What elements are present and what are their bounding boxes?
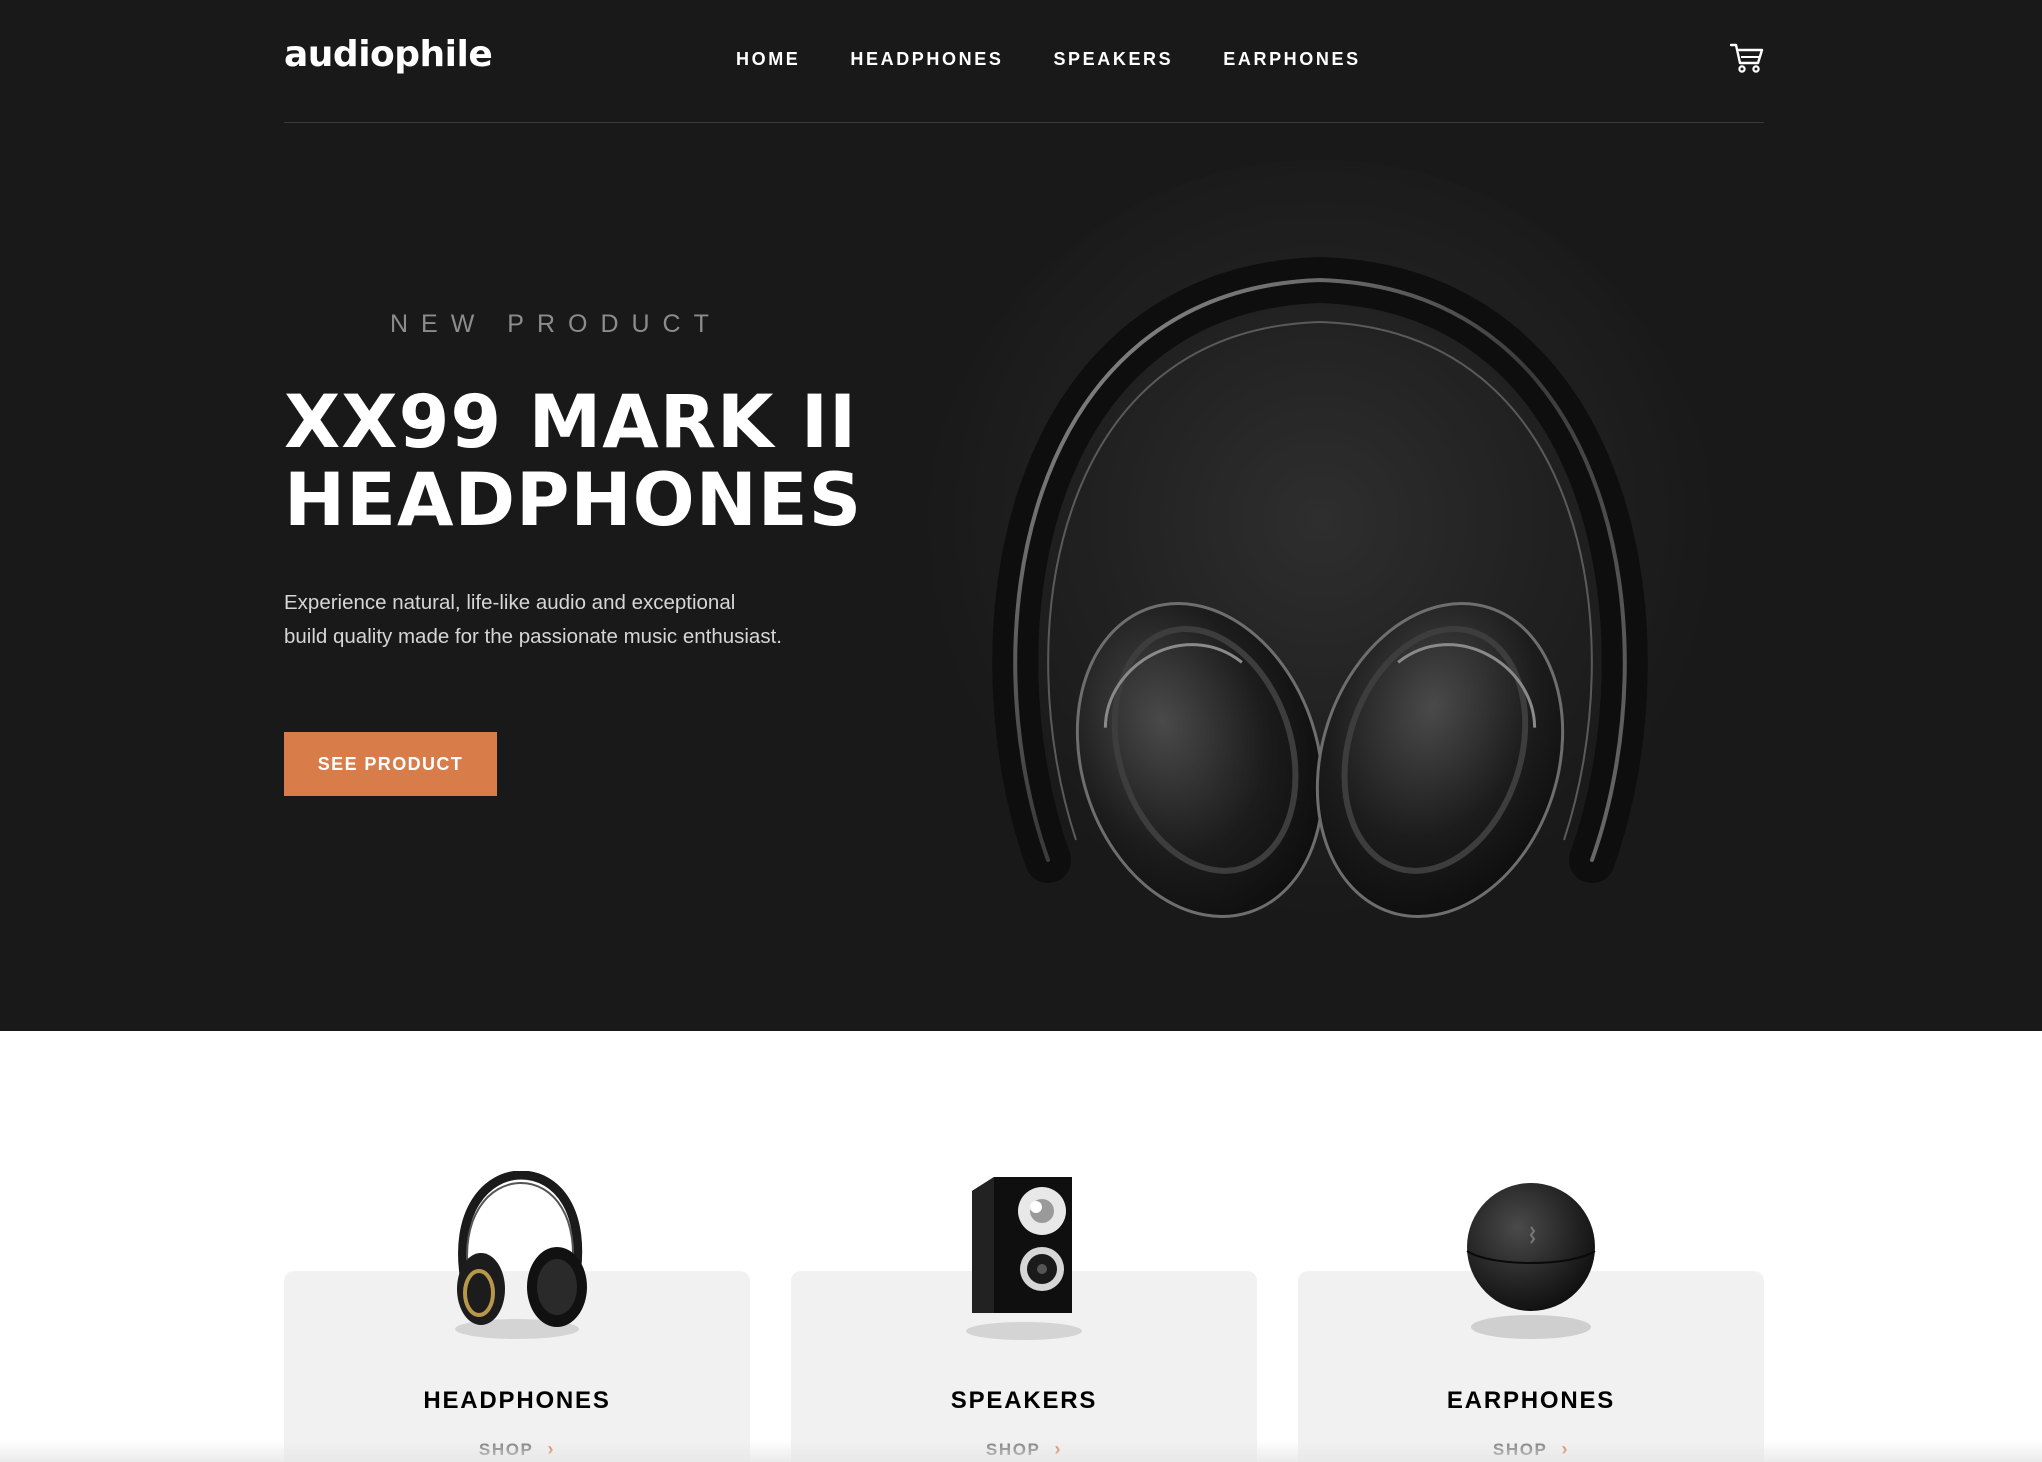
hero-description: Experience natural, life-like audio and … xyxy=(284,591,782,648)
category-card-headphones[interactable]: HEADPHONES SHOP › xyxy=(284,1170,750,1462)
nav-home[interactable]: HOME xyxy=(736,44,800,74)
header-divider xyxy=(284,122,1764,123)
nav-speakers[interactable]: SPEAKERS xyxy=(1053,44,1173,74)
headphones-hero-image xyxy=(900,140,1740,980)
shop-label: SHOP xyxy=(985,1440,1041,1459)
category-card-speakers[interactable]: SPEAKERS SHOP › xyxy=(791,1177,1257,1462)
chevron-right-icon: › xyxy=(547,1439,556,1459)
cart-icon[interactable] xyxy=(1729,42,1764,74)
category-title: HEADPHONES xyxy=(423,1387,611,1414)
shop-label: SHOP xyxy=(478,1440,534,1459)
shop-link[interactable]: SHOP › xyxy=(791,1439,1257,1460)
category-title: EARPHONES xyxy=(1446,1387,1616,1414)
hero-title: XX99 MARK II HEADPHONES xyxy=(284,380,863,543)
shop-link[interactable]: SHOP › xyxy=(284,1439,750,1460)
category-card-earphones[interactable]: EARPHONES SHOP › xyxy=(1298,1183,1764,1462)
nav-headphones[interactable]: HEADPHONES xyxy=(850,44,1003,74)
speaker-thumbnail xyxy=(924,1171,1124,1341)
chevron-right-icon: › xyxy=(1561,1439,1570,1459)
shop-label: SHOP xyxy=(1492,1440,1548,1459)
chevron-right-icon: › xyxy=(1054,1439,1063,1459)
category-cards: HEADPHONES SHOP › SPEAKERS SHOP › EARPHO… xyxy=(284,1170,1764,1462)
hero-section: audiophile HOME HEADPHONES SPEAKERS EARP… xyxy=(0,0,2042,1031)
main-nav: HOME HEADPHONES SPEAKERS EARPHONES xyxy=(736,44,1361,74)
earphones-case-thumbnail xyxy=(1431,1171,1631,1341)
nav-earphones[interactable]: EARPHONES xyxy=(1223,44,1360,74)
shop-link[interactable]: SHOP › xyxy=(1298,1439,1764,1460)
logo[interactable]: audiophile xyxy=(284,30,493,80)
new-product-overline: NEW PRODUCT xyxy=(390,310,722,338)
headphones-thumbnail xyxy=(417,1170,617,1341)
site-header: audiophile HOME HEADPHONES SPEAKERS EARP… xyxy=(284,0,1764,124)
category-title: SPEAKERS xyxy=(950,1387,1098,1414)
see-product-button[interactable]: SEE PRODUCT xyxy=(284,732,497,796)
